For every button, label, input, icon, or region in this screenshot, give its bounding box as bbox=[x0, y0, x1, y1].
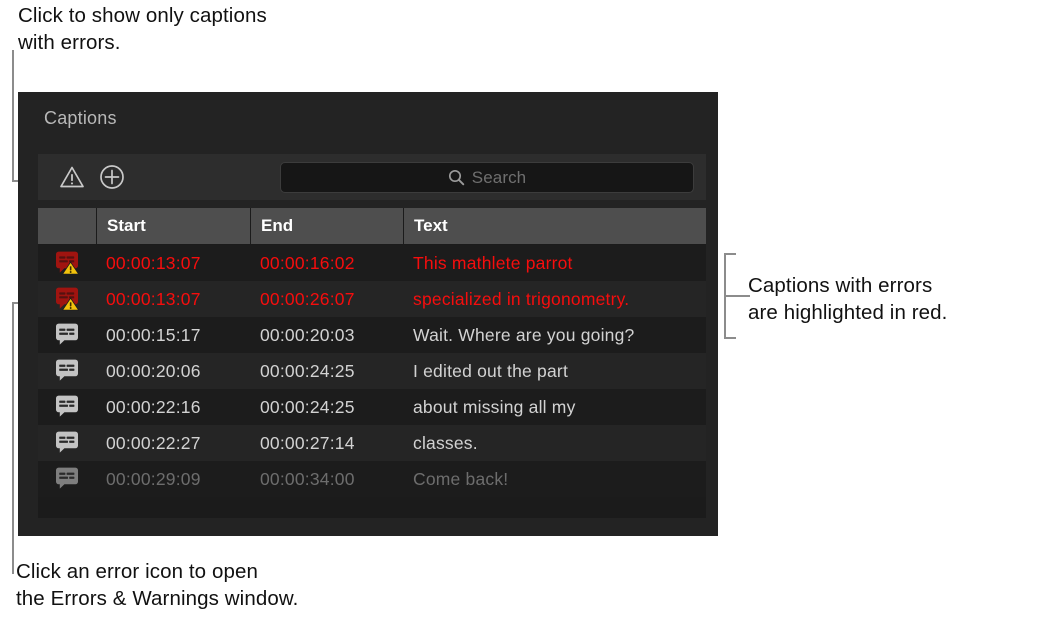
caption-end-time: 00:00:27:14 bbox=[250, 433, 403, 454]
caption-text: specialized in trigonometry. bbox=[403, 289, 706, 310]
column-header-end[interactable]: End bbox=[250, 208, 403, 244]
column-header-start[interactable]: Start bbox=[96, 208, 250, 244]
annotation-errors-highlighted: Captions with errors are highlighted in … bbox=[748, 272, 1038, 326]
caption-row[interactable]: 00:00:20:0600:00:24:25I edited out the p… bbox=[38, 353, 706, 389]
caption-text: I edited out the part bbox=[403, 361, 706, 382]
caption-row[interactable]: 00:00:15:1700:00:20:03Wait. Where are yo… bbox=[38, 317, 706, 353]
caption-start-time: 00:00:29:09 bbox=[96, 469, 250, 490]
caption-row-icon[interactable] bbox=[38, 467, 96, 491]
caption-row-icon[interactable] bbox=[38, 287, 96, 311]
warning-filter-button[interactable] bbox=[57, 162, 87, 192]
caption-text: Come back! bbox=[403, 469, 706, 490]
caption-text: Wait. Where are you going? bbox=[403, 325, 706, 346]
caption-end-time: 00:00:24:25 bbox=[250, 397, 403, 418]
caption-row[interactable]: 00:00:22:2700:00:27:14classes. bbox=[38, 425, 706, 461]
caption-row[interactable]: 00:00:13:0700:00:16:02This mathlete parr… bbox=[38, 245, 706, 281]
callout-line-bottom-vertical bbox=[12, 302, 14, 574]
captions-list: 00:00:13:0700:00:16:02This mathlete parr… bbox=[38, 245, 706, 497]
caption-text: classes. bbox=[403, 433, 706, 454]
caption-row[interactable]: 00:00:22:1600:00:24:25about missing all … bbox=[38, 389, 706, 425]
search-input[interactable]: Search bbox=[280, 162, 694, 193]
warning-triangle-icon bbox=[59, 165, 85, 189]
caption-start-time: 00:00:15:17 bbox=[96, 325, 250, 346]
column-header-icon[interactable] bbox=[38, 208, 96, 244]
caption-end-time: 00:00:16:02 bbox=[250, 253, 403, 274]
captions-table: Start End Text 00:00:13:0700:00:16:02Thi… bbox=[38, 208, 706, 518]
caption-row[interactable]: 00:00:29:0900:00:34:00Come back! bbox=[38, 461, 706, 497]
annotation-click-error-icon: Click an error icon to open the Errors &… bbox=[16, 558, 456, 612]
caption-start-time: 00:00:20:06 bbox=[96, 361, 250, 382]
caption-end-time: 00:00:24:25 bbox=[250, 361, 403, 382]
caption-text: This mathlete parrot bbox=[403, 253, 706, 274]
caption-end-time: 00:00:26:07 bbox=[250, 289, 403, 310]
search-icon bbox=[448, 169, 465, 186]
caption-error-icon[interactable] bbox=[54, 251, 80, 275]
caption-row-icon[interactable] bbox=[38, 359, 96, 383]
caption-end-time: 00:00:20:03 bbox=[250, 325, 403, 346]
caption-start-time: 00:00:13:07 bbox=[96, 253, 250, 274]
column-header-text[interactable]: Text bbox=[403, 208, 706, 244]
caption-row-icon[interactable] bbox=[38, 431, 96, 455]
caption-end-time: 00:00:34:00 bbox=[250, 469, 403, 490]
caption-icon[interactable] bbox=[54, 431, 80, 455]
caption-start-time: 00:00:22:16 bbox=[96, 397, 250, 418]
caption-row-icon[interactable] bbox=[38, 323, 96, 347]
caption-icon[interactable] bbox=[54, 395, 80, 419]
caption-row-icon[interactable] bbox=[38, 395, 96, 419]
captions-panel: Captions Search Star bbox=[18, 92, 718, 536]
table-header-row: Start End Text bbox=[38, 208, 706, 245]
caption-text: about missing all my bbox=[403, 397, 706, 418]
callout-line-top-vertical bbox=[12, 50, 14, 182]
caption-icon[interactable] bbox=[54, 323, 80, 347]
annotation-filter-errors: Click to show only captions with errors. bbox=[18, 2, 418, 56]
plus-circle-icon bbox=[99, 164, 125, 190]
search-placeholder: Search bbox=[472, 168, 526, 188]
caption-icon[interactable] bbox=[54, 467, 80, 491]
captions-toolbar: Search bbox=[38, 154, 706, 200]
caption-row-icon[interactable] bbox=[38, 251, 96, 275]
caption-icon[interactable] bbox=[54, 359, 80, 383]
add-caption-button[interactable] bbox=[97, 162, 127, 192]
caption-row[interactable]: 00:00:13:0700:00:26:07specialized in tri… bbox=[38, 281, 706, 317]
caption-start-time: 00:00:22:27 bbox=[96, 433, 250, 454]
panel-title: Captions bbox=[44, 108, 117, 129]
caption-error-icon[interactable] bbox=[54, 287, 80, 311]
caption-start-time: 00:00:13:07 bbox=[96, 289, 250, 310]
